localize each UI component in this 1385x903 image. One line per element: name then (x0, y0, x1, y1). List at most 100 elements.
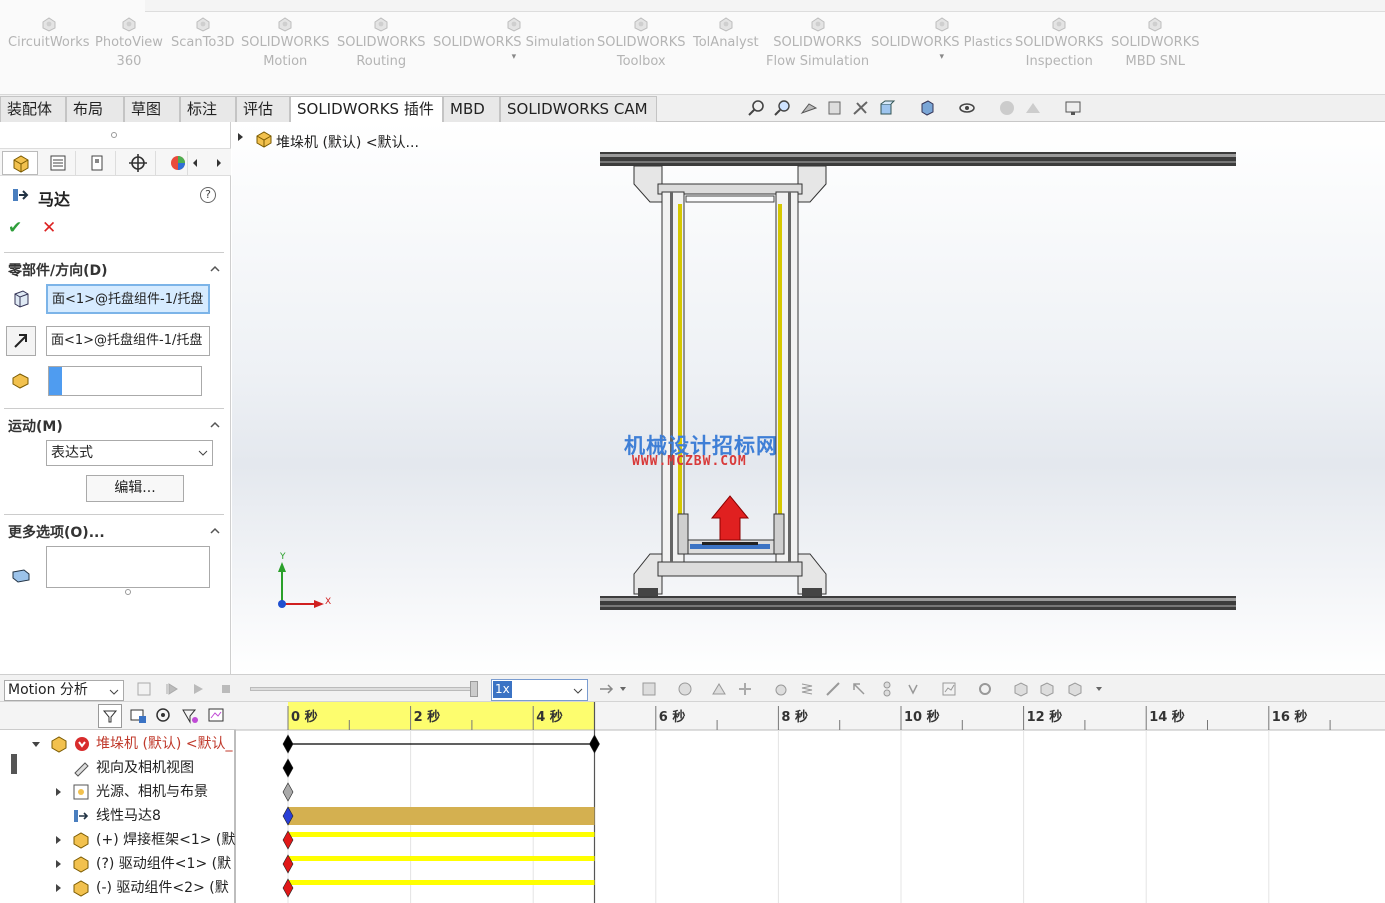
tree-item[interactable]: (-) 驱动组件<2> (默 (0, 876, 234, 900)
collapse-motion-icon[interactable] (1012, 680, 1030, 698)
ribbon-button-7[interactable]: TolAnalyst (693, 16, 759, 52)
stacker-crane-model[interactable] (592, 144, 1242, 614)
calculate-icon[interactable] (136, 681, 152, 697)
ribbon-button-3[interactable]: SOLIDWORKS Motion (241, 16, 329, 71)
zoom-area-icon[interactable] (774, 99, 792, 117)
tabs-right-arrow-icon[interactable] (214, 157, 224, 169)
view-orientation-icon[interactable] (878, 99, 896, 117)
spring-icon[interactable] (798, 680, 816, 698)
dynamic-annotation-icon[interactable] (852, 99, 870, 117)
ribbon-button-5[interactable]: SOLIDWORKS Simulation ▾ (433, 16, 595, 62)
collapse-caret-icon[interactable] (210, 526, 220, 536)
motion-type-select[interactable]: 表达式 (46, 440, 213, 466)
tree-item[interactable]: (+) 焊接框架<1> (默 (0, 828, 235, 852)
tab-7[interactable]: SOLIDWORKS CAM (500, 96, 657, 122)
motion-more-icon[interactable] (1066, 680, 1106, 698)
tab-configuration-manager[interactable] (80, 151, 116, 175)
playback-speed-select[interactable]: 1x (491, 679, 588, 701)
component-time-bar[interactable] (288, 832, 595, 837)
playback-slider-thumb[interactable] (470, 681, 478, 697)
reverse-direction-button[interactable] (6, 326, 36, 356)
motor-tool-icon[interactable] (772, 680, 790, 698)
motor-location-field[interactable]: 面<1>@托盘组件-1/托盘 (46, 284, 210, 314)
study-type-select[interactable]: Motion 分析 (4, 680, 124, 701)
playback-mode-icon[interactable] (598, 681, 628, 697)
ribbon-button-6[interactable]: SOLIDWORKS Toolbox (597, 16, 685, 71)
tab-display-manager[interactable] (160, 151, 188, 175)
ribbon-button-10[interactable]: SOLIDWORKS Inspection (1015, 16, 1103, 71)
collapse-caret-icon[interactable] (210, 264, 220, 274)
filter-selected-icon[interactable] (154, 706, 174, 726)
ribbon-button-2[interactable]: ScanTo3D (171, 16, 235, 52)
motion-timeline[interactable]: 0 秒 2 秒 4 秒 6 秒 8 秒 10 秒 12 秒 14 秒 16 秒 (236, 702, 1385, 903)
apply-scene-icon[interactable] (1024, 99, 1042, 117)
collapse-arrow-icon[interactable] (32, 740, 40, 748)
tab-2[interactable]: 草图 (124, 96, 180, 122)
save-animation-icon[interactable] (640, 680, 658, 698)
expand-arrow-icon[interactable] (54, 836, 62, 844)
damper-icon[interactable] (824, 680, 842, 698)
tab-5[interactable]: SOLIDWORKS 插件 (290, 96, 443, 122)
tab-3[interactable]: 标注 (180, 96, 236, 122)
tree-item[interactable]: (?) 驱动组件<1> (默 (0, 852, 234, 876)
ribbon-button-0[interactable]: CircuitWorks (8, 16, 90, 52)
hide-show-items-icon[interactable] (958, 99, 976, 117)
section-more-options[interactable]: 更多选项(O)... (8, 522, 105, 542)
expand-arrow-icon[interactable] (54, 884, 62, 892)
tab-4[interactable]: 评估 (236, 96, 290, 122)
add-key-icon[interactable] (736, 680, 754, 698)
study-properties-icon[interactable] (976, 680, 994, 698)
tree-item[interactable]: 堆垛机 (默认) <默认_ (0, 732, 234, 756)
help-icon[interactable]: ? (200, 187, 216, 203)
tab-6[interactable]: MBD (443, 96, 500, 122)
section-motion[interactable]: 运动(M) (8, 416, 63, 436)
tree-flyout-title[interactable]: 堆垛机 (默认) <默认... (276, 132, 419, 152)
tabs-left-arrow-icon[interactable] (190, 157, 200, 169)
component-time-bar[interactable] (288, 880, 595, 885)
ribbon-button-8[interactable]: SOLIDWORKS Flow Simulation (766, 16, 869, 71)
key-point[interactable] (282, 758, 294, 778)
playback-slider[interactable] (250, 687, 476, 691)
expand-tree-arrow-icon[interactable] (236, 132, 246, 142)
contact-icon[interactable] (878, 680, 896, 698)
dropdown-arrow-icon[interactable]: ▾ (433, 52, 595, 62)
expand-arrow-icon[interactable] (54, 788, 62, 796)
tree-item[interactable]: 光源、相机与布景 (0, 780, 234, 804)
autokey-icon[interactable] (710, 680, 728, 698)
resize-grip-icon[interactable] (124, 588, 132, 596)
collapse-caret-icon[interactable] (210, 420, 220, 430)
tree-item[interactable]: 线性马达8 (0, 804, 234, 828)
ribbon-button-4[interactable]: SOLIDWORKS Routing (337, 16, 425, 71)
edit-appearance-icon[interactable] (998, 99, 1016, 117)
tab-property-manager[interactable] (40, 151, 76, 175)
timeline-canvas[interactable]: 0 秒 2 秒 4 秒 6 秒 8 秒 10 秒 12 秒 14 秒 16 秒 (236, 702, 1385, 903)
animation-wizard-icon[interactable] (676, 680, 694, 698)
expand-arrow-icon[interactable] (54, 860, 62, 868)
filter-results-icon[interactable] (180, 706, 200, 726)
ok-button[interactable]: ✔ (8, 218, 22, 238)
key-point[interactable] (282, 734, 294, 754)
view-settings-icon[interactable] (1064, 99, 1082, 117)
tab-dimxpert-manager[interactable] (120, 151, 156, 175)
tab-1[interactable]: 布局 (66, 96, 124, 122)
display-style-icon[interactable] (918, 99, 936, 117)
ribbon-button-1[interactable]: PhotoView 360 (95, 16, 163, 71)
tab-feature-tree[interactable] (2, 151, 38, 175)
ribbon-button-11[interactable]: SOLIDWORKS MBD SNL (1111, 16, 1199, 71)
previous-view-icon[interactable] (800, 99, 818, 117)
results-plots-icon[interactable] (940, 680, 958, 698)
load-bearing-faces-field[interactable] (46, 546, 210, 588)
zoom-to-fit-icon[interactable] (748, 99, 766, 117)
dropdown-arrow-icon[interactable]: ▾ (871, 52, 1012, 62)
force-icon[interactable] (850, 680, 868, 698)
stop-icon[interactable] (218, 681, 234, 697)
ribbon-button-9[interactable]: SOLIDWORKS Plastics ▾ (871, 16, 1012, 62)
play-icon[interactable] (190, 681, 206, 697)
filter-driving-icon[interactable] (128, 706, 148, 726)
section-view-icon[interactable] (826, 99, 844, 117)
motor-direction-field[interactable]: 面<1>@托盘组件-1/托盘 (46, 326, 210, 356)
motion-option-icon[interactable] (1038, 680, 1056, 698)
auto-fit-timeline-icon[interactable] (206, 706, 226, 726)
resize-grip-icon[interactable] (110, 131, 118, 139)
graphics-area[interactable]: 堆垛机 (默认) <默认... 机械设计招标网 WWW.MCZBW.COM Y … (232, 122, 1385, 674)
